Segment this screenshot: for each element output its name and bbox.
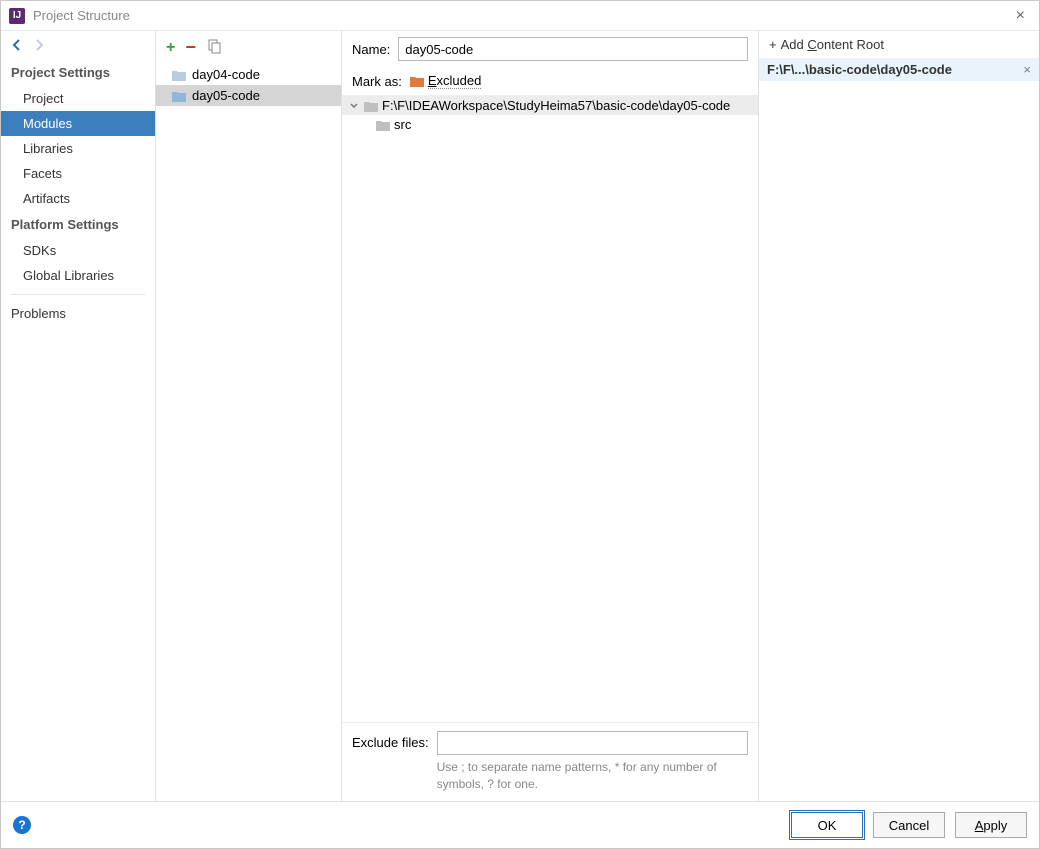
sidebar-separator — [11, 294, 145, 295]
cancel-button[interactable]: Cancel — [873, 812, 945, 838]
sidebar-item-libraries[interactable]: Libraries — [1, 136, 155, 161]
remove-content-root-icon[interactable]: × — [1023, 62, 1031, 77]
module-name-input[interactable] — [398, 37, 748, 61]
back-icon[interactable] — [9, 37, 25, 53]
ok-button[interactable]: OK — [791, 812, 863, 838]
name-row: Name: — [342, 31, 758, 67]
name-label: Name: — [352, 42, 390, 57]
markas-excluded[interactable]: Excluded — [410, 73, 481, 89]
help-icon[interactable]: ? — [13, 816, 31, 834]
module-list: day04-code day05-code — [156, 64, 341, 801]
sidebar-item-facets[interactable]: Facets — [1, 161, 155, 186]
tree-root-row[interactable]: F:\F\IDEAWorkspace\StudyHeima57\basic-co… — [342, 96, 758, 115]
apply-button[interactable]: Apply — [955, 812, 1027, 838]
content-root-panel: + Add Content Root F:\F\...\basic-code\d… — [759, 31, 1039, 801]
sidebar-item-project[interactable]: Project — [1, 86, 155, 111]
exclude-hint: Use ; to separate name patterns, * for a… — [437, 759, 748, 793]
add-content-root-button[interactable]: + Add Content Root — [759, 31, 1039, 58]
sidebar: Project Settings Project Modules Librari… — [1, 31, 156, 801]
sidebar-item-sdks[interactable]: SDKs — [1, 238, 155, 263]
markas-label: Mark as: — [352, 74, 402, 89]
tree-root-path: F:\F\IDEAWorkspace\StudyHeima57\basic-co… — [382, 98, 730, 113]
window-title: Project Structure — [33, 8, 130, 23]
main-area: Project Settings Project Modules Librari… — [1, 31, 1039, 801]
content-root-item[interactable]: F:\F\...\basic-code\day05-code × — [759, 58, 1039, 81]
add-module-icon[interactable]: + — [166, 39, 175, 57]
title-bar: IJ Project Structure × — [1, 1, 1039, 31]
copy-module-icon[interactable] — [206, 38, 222, 57]
sidebar-item-artifacts[interactable]: Artifacts — [1, 186, 155, 211]
forward-icon[interactable] — [31, 37, 47, 53]
remove-module-icon[interactable]: − — [185, 37, 196, 58]
app-icon: IJ — [9, 8, 25, 24]
sidebar-toolbar — [1, 31, 155, 59]
module-toolbar: + − — [156, 31, 341, 64]
source-tree: F:\F\IDEAWorkspace\StudyHeima57\basic-co… — [342, 95, 758, 722]
sidebar-section-project-settings: Project Settings — [1, 59, 155, 86]
add-content-root-label: Add Content Root — [781, 37, 884, 52]
exclude-label: Exclude files: — [352, 731, 429, 750]
exclude-row: Exclude files: Use ; to separate name pa… — [342, 722, 758, 801]
module-list-panel: + − day04-code day05-code — [156, 31, 342, 801]
module-item[interactable]: day04-code — [156, 64, 341, 85]
module-detail-panel: Name: Mark as: Excluded F:\F\IDEAWorkspa… — [342, 31, 759, 801]
sidebar-section-platform-settings: Platform Settings — [1, 211, 155, 238]
markas-row: Mark as: Excluded — [342, 67, 758, 95]
tree-child-row[interactable]: src — [342, 115, 758, 134]
sidebar-item-problems[interactable]: Problems — [1, 301, 155, 326]
content-root-path: F:\F\...\basic-code\day05-code — [767, 62, 952, 77]
sidebar-item-modules[interactable]: Modules — [1, 111, 155, 136]
markas-excluded-label: Excluded — [428, 73, 481, 89]
sidebar-item-global-libraries[interactable]: Global Libraries — [1, 263, 155, 288]
dialog-footer: ? OK Cancel Apply — [1, 801, 1039, 848]
exclude-files-input[interactable] — [437, 731, 748, 755]
tree-child-label: src — [394, 117, 411, 132]
module-item-label: day05-code — [192, 88, 260, 103]
close-icon[interactable]: × — [1010, 7, 1031, 25]
module-item-label: day04-code — [192, 67, 260, 82]
module-item[interactable]: day05-code — [156, 85, 341, 106]
plus-icon: + — [769, 37, 777, 52]
